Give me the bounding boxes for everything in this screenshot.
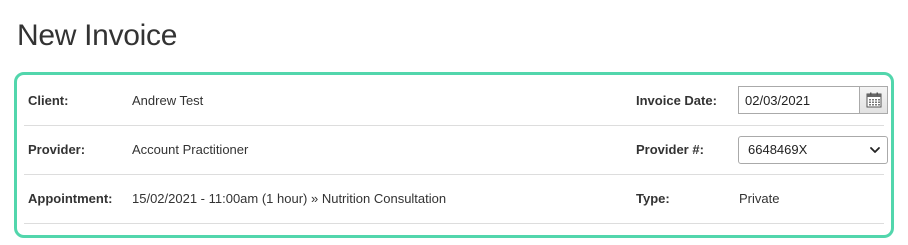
page-title: New Invoice bbox=[17, 19, 178, 52]
calendar-button[interactable] bbox=[859, 86, 888, 114]
provider-number-select[interactable]: 6648469X bbox=[738, 136, 888, 164]
client-value: Andrew Test bbox=[132, 93, 204, 108]
invoice-details-panel: Client: Andrew Test Invoice Date: 02/03/… bbox=[14, 72, 894, 238]
client-row: Client: Andrew Test Invoice Date: bbox=[24, 77, 888, 126]
invoice-date-picker bbox=[738, 86, 888, 114]
invoice-date-input[interactable] bbox=[738, 86, 859, 114]
type-label: Type: bbox=[636, 191, 670, 206]
provider-number-value: 6648469X bbox=[748, 142, 808, 157]
provider-value: Account Practitioner bbox=[132, 142, 249, 157]
type-value: Private bbox=[739, 191, 780, 206]
provider-row: Provider: Account Practitioner Provider … bbox=[24, 126, 888, 175]
client-label: Client: bbox=[28, 93, 69, 108]
appointment-label: Appointment: bbox=[28, 191, 113, 206]
appointment-value: 15/02/2021 - 11:00am (1 hour) » Nutritio… bbox=[132, 191, 447, 206]
invoice-date-label: Invoice Date: bbox=[636, 93, 717, 108]
provider-number-label: Provider #: bbox=[636, 142, 704, 157]
appointment-row: Appointment: 15/02/2021 - 11:00am (1 hou… bbox=[24, 175, 884, 224]
chevron-down-icon bbox=[870, 147, 880, 153]
provider-label: Provider: bbox=[28, 142, 86, 157]
calendar-icon bbox=[866, 92, 881, 108]
